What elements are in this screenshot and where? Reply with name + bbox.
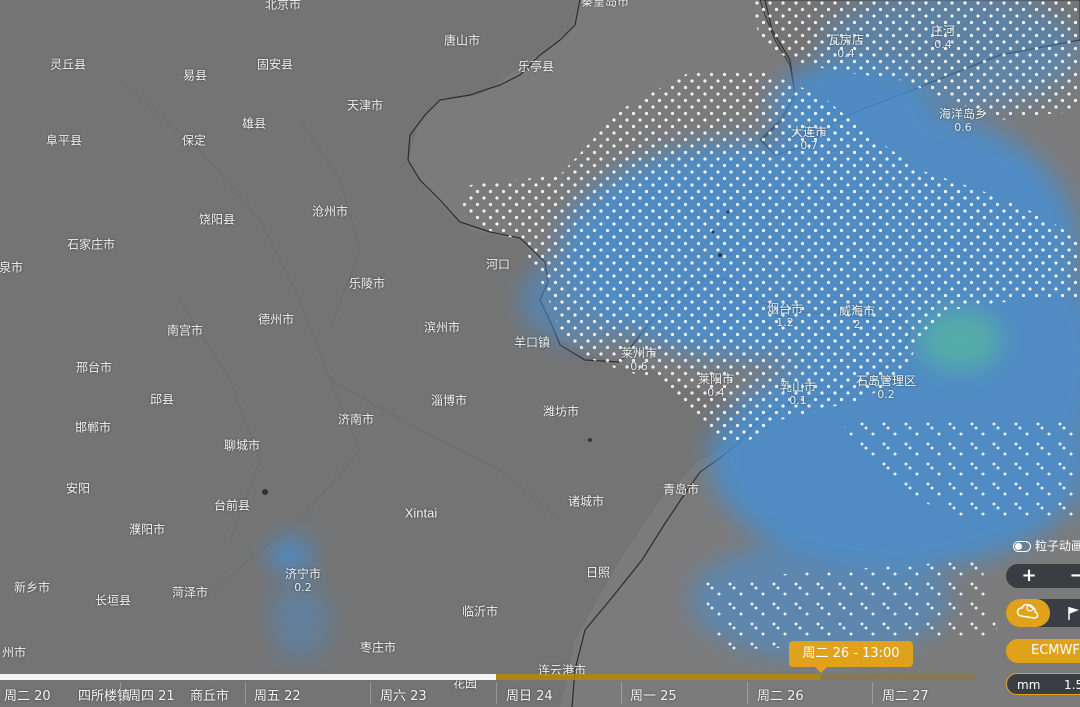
unit-label: mm [1017, 678, 1041, 692]
city-label: 安阳 [65, 481, 91, 496]
city-label: 滨州市 [423, 320, 461, 335]
timeline-progress [0, 674, 496, 680]
zoom-in-button[interactable]: + [1014, 564, 1044, 588]
city-label: 保定 [181, 133, 207, 148]
layer-rain-button[interactable] [1006, 599, 1050, 627]
city-label: 枣庄市 [359, 640, 397, 655]
city-label: 南宫市 [166, 323, 204, 338]
particle-animation-label: 粒子动画 [1035, 539, 1080, 553]
city-label: 阜平县 [45, 133, 83, 148]
city-label: 州市 [1, 645, 27, 660]
particle-animation-toggle[interactable]: 粒子动画 [1013, 537, 1080, 554]
city-label: 北京市 [264, 0, 302, 12]
timeline-tick [747, 682, 748, 704]
timeline-tick [370, 682, 371, 704]
layer-selector [1006, 599, 1080, 627]
weather-map[interactable] [0, 0, 1080, 707]
city-label: 烟台市 1.2 [766, 302, 804, 330]
city-label: 临沂市 [461, 604, 499, 619]
day-label[interactable]: 周六 23 [380, 685, 427, 704]
timeline-bar[interactable]: 周二 20 四所楼镇 周四 21 商丘市 周五 22 周六 23 周日 24 周… [0, 673, 980, 707]
timeline-tick [496, 682, 497, 704]
city-label: 大连市 0.7 [790, 125, 828, 153]
city-label: 威海市 2 [838, 304, 876, 332]
city-label: 菏泽市 [171, 585, 209, 600]
city-label: 灵丘县 [49, 57, 87, 72]
city-label: 淄博市 [430, 393, 468, 408]
city-label: 固安县 [256, 57, 294, 72]
city-label: 雄县 [241, 116, 267, 131]
day-label[interactable]: 周五 22 [254, 685, 301, 704]
city-label: 济宁市 0.2 [284, 567, 322, 595]
city-label: 诸城市 [567, 494, 605, 509]
city-label: 乐亭县 [517, 59, 555, 74]
city-label: 济南市 [337, 412, 375, 427]
city-label: 河口 [485, 257, 511, 272]
timeline-tick [245, 682, 246, 704]
city-label: 天津市 [346, 98, 384, 113]
city-label: 易县 [182, 68, 208, 83]
current-time-bubble[interactable]: 周二 26 - 13:00 [789, 641, 913, 673]
day-label[interactable]: 周四 21 [128, 685, 175, 704]
city-label: 石岛管理区 0.2 [855, 374, 917, 402]
city-label: 潍坊市 [542, 404, 580, 419]
city-label: 德州市 [257, 312, 295, 327]
city-label: 石家庄市 [66, 237, 116, 252]
day-label[interactable]: 周二 20 [4, 685, 51, 704]
city-label: 日照 [585, 565, 611, 580]
city-label: 邯郸市 [74, 420, 112, 435]
flag-icon[interactable] [1066, 605, 1080, 621]
city-label: 莱州市 0.6 [620, 346, 658, 374]
city-label: 羊口镇 [513, 335, 551, 350]
day-label: 四所楼镇 [78, 689, 131, 704]
day-label[interactable]: 周一 25 [630, 685, 677, 704]
rain-cloud-icon [1016, 603, 1039, 619]
unit-selector[interactable]: mm 1.5 [1006, 673, 1080, 695]
city-label: 沧州市 [311, 204, 349, 219]
city-label: 邢台市 [75, 360, 113, 375]
city-label: 青岛市 [662, 482, 700, 497]
city-label: Xintai [404, 505, 438, 521]
city-label: 海洋岛乡 0.6 [938, 107, 988, 135]
toggle-switch-icon [1013, 541, 1031, 552]
city-label: 聊城市 [223, 438, 261, 453]
unit-value: 1.5 [1064, 678, 1080, 692]
zoom-control: + − [1006, 564, 1080, 588]
city-label: 台前县 [213, 498, 251, 513]
city-label: 瓦房店 0.4 [827, 33, 865, 61]
timeline-tick [872, 682, 873, 704]
city-label: 庄河 0.4 [930, 24, 956, 52]
city-label: 乐陵市 [348, 276, 386, 291]
day-label[interactable]: 周日 24 [506, 685, 553, 704]
day-label[interactable]: 周二 27 [882, 685, 929, 704]
zoom-out-button[interactable]: − [1062, 564, 1080, 588]
model-selector-button[interactable]: ECMWF [1006, 639, 1080, 663]
city-label: 乳山市 0.1 [779, 380, 817, 408]
city-label: 唐山市 [443, 33, 481, 48]
city-label: 莱阳市 0.4 [697, 372, 735, 400]
city-label: 濮阳市 [128, 522, 166, 537]
city-label: 长垣县 [94, 593, 132, 608]
city-label: 新乡市 [13, 580, 51, 595]
timeline-remaining [820, 674, 976, 680]
city-label: 泉市 [0, 260, 24, 275]
city-label: 邱县 [149, 392, 175, 407]
timeline-tick [621, 682, 622, 704]
day-label: 商丘市 [190, 689, 230, 704]
city-label: 饶阳县 [198, 212, 236, 227]
day-label[interactable]: 周二 26 [757, 685, 804, 704]
city-label: 秦皇岛市 [580, 0, 630, 9]
